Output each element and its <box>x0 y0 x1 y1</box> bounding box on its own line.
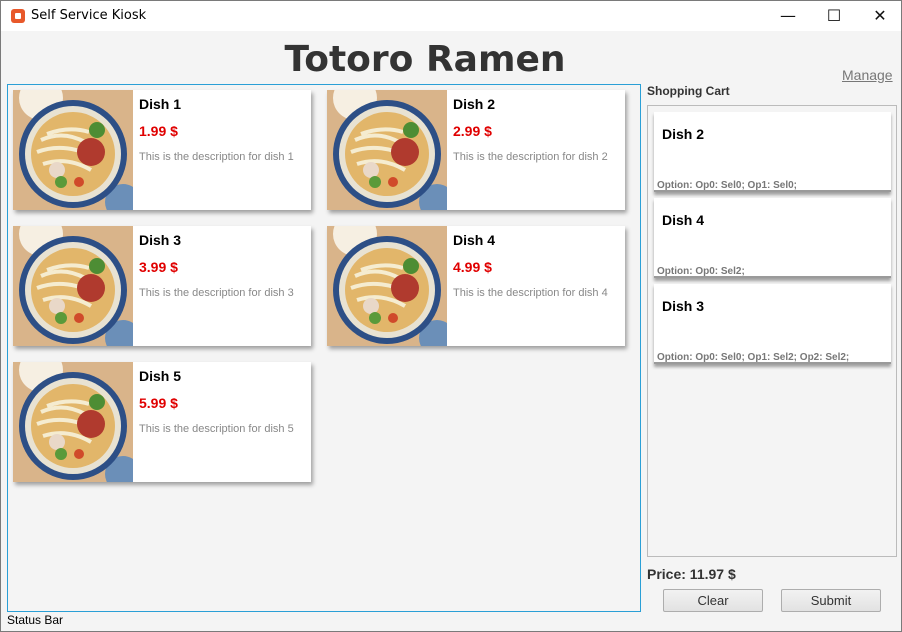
dish-price: 2.99 $ <box>453 123 492 139</box>
ramen-bowl-image <box>327 226 447 346</box>
restaurant-title: Totoro Ramen <box>284 39 566 80</box>
app-icon <box>11 9 25 23</box>
dish-price: 1.99 $ <box>139 123 178 139</box>
window-title: Self Service Kiosk <box>31 8 147 23</box>
maximize-button[interactable]: ☐ <box>811 1 857 31</box>
dish-card-5[interactable]: Dish 5 5.99 $ This is the description fo… <box>13 362 311 482</box>
cart-item[interactable]: Dish 2 Option: Op0: Sel0; Op1: Sel0; <box>654 112 891 192</box>
dish-card-2[interactable]: Dish 2 2.99 $ This is the description fo… <box>327 90 625 210</box>
dish-description: This is the description for dish 2 <box>453 151 608 163</box>
dish-card-3[interactable]: Dish 3 3.99 $ This is the description fo… <box>13 226 311 346</box>
cart-item-options: Option: Op0: Sel0; Op1: Sel2; Op2: Sel2; <box>657 352 850 363</box>
close-button[interactable]: ✕ <box>857 1 902 31</box>
dish-price: 3.99 $ <box>139 259 178 275</box>
app-window: Self Service Kiosk — ☐ ✕ Totoro Ramen Ma… <box>0 0 902 632</box>
dish-description: This is the description for dish 5 <box>139 423 294 435</box>
cart-item-name: Dish 3 <box>662 298 705 314</box>
ramen-bowl-image <box>13 226 133 346</box>
submit-button[interactable]: Submit <box>781 589 881 612</box>
cart-item-name: Dish 4 <box>662 212 705 228</box>
shopping-cart-panel: Dish 2 Option: Op0: Sel0; Op1: Sel0; Dis… <box>647 105 897 557</box>
dish-name: Dish 1 <box>139 96 182 112</box>
cart-item-options: Option: Op0: Sel0; Op1: Sel0; <box>657 180 798 191</box>
title-bar: Self Service Kiosk — ☐ ✕ <box>1 1 901 31</box>
cart-item[interactable]: Dish 4 Option: Op0: Sel2; <box>654 198 891 278</box>
dish-description: This is the description for dish 1 <box>139 151 294 163</box>
ramen-bowl-image <box>327 90 447 210</box>
dish-name: Dish 3 <box>139 232 182 248</box>
dish-card-1[interactable]: Dish 1 1.99 $ This is the description fo… <box>13 90 311 210</box>
dish-description: This is the description for dish 4 <box>453 287 608 299</box>
manage-link[interactable]: Manage <box>842 67 893 83</box>
dish-price: 5.99 $ <box>139 395 178 411</box>
dish-price: 4.99 $ <box>453 259 492 275</box>
ramen-bowl-image <box>13 90 133 210</box>
cart-item-name: Dish 2 <box>662 126 705 142</box>
dish-description: This is the description for dish 3 <box>139 287 294 299</box>
dish-name: Dish 4 <box>453 232 496 248</box>
status-bar: Status Bar <box>7 613 64 627</box>
total-price: Price: 11.97 $ <box>647 566 736 582</box>
cart-item-options: Option: Op0: Sel2; <box>657 266 745 277</box>
clear-button[interactable]: Clear <box>663 589 763 612</box>
dish-name: Dish 2 <box>453 96 496 112</box>
cart-item[interactable]: Dish 3 Option: Op0: Sel0; Op1: Sel2; Op2… <box>654 284 891 364</box>
dish-card-4[interactable]: Dish 4 4.99 $ This is the description fo… <box>327 226 625 346</box>
minimize-button[interactable]: — <box>765 1 811 31</box>
shopping-cart-label: Shopping Cart <box>647 84 730 98</box>
dish-name: Dish 5 <box>139 368 182 384</box>
ramen-bowl-image <box>13 362 133 482</box>
menu-panel: Dish 1 1.99 $ This is the description fo… <box>7 84 641 612</box>
